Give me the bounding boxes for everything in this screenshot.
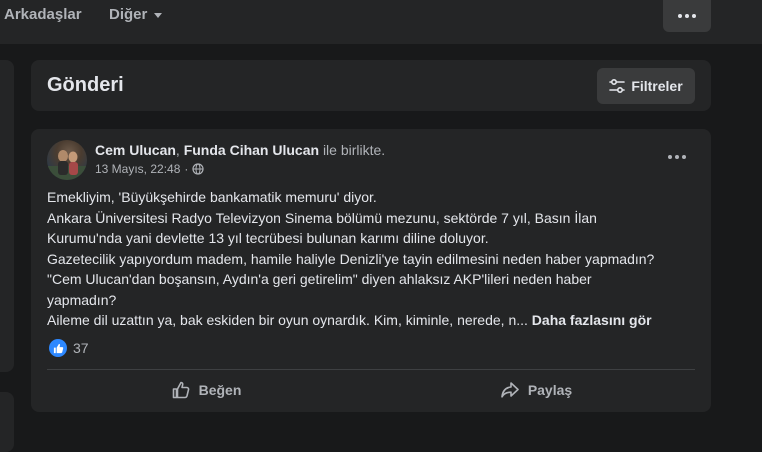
nav-more-label: Diğer xyxy=(109,6,148,23)
see-more-link[interactable]: Daha fazlasını gör xyxy=(532,312,652,328)
share-arrow-icon xyxy=(501,382,519,398)
post-author-line: Cem Ulucan, Funda Cihan Ulucan ile birli… xyxy=(95,142,385,158)
actions-divider xyxy=(47,369,695,370)
like-reaction-icon xyxy=(49,339,67,357)
nav-more[interactable]: Diğer xyxy=(109,6,163,23)
avatar[interactable] xyxy=(47,140,87,180)
globe-icon xyxy=(192,163,204,175)
post-timestamp[interactable]: 13 Mayıs, 22:48 xyxy=(95,162,180,176)
reaction-count: 37 xyxy=(73,340,89,356)
post-meta: 13 Mayıs, 22:48 · xyxy=(95,162,204,176)
like-label: Beğen xyxy=(198,382,242,398)
nav-friends[interactable]: Arkadaşlar xyxy=(4,6,82,23)
share-button[interactable]: Paylaş xyxy=(377,373,695,407)
caret-down-icon xyxy=(154,13,163,18)
post-text-line: "Cem Ulucan'dan boşansın, Aydın'a geri g… xyxy=(47,271,592,287)
left-column-card-lower xyxy=(0,392,14,452)
section-title: Gönderi xyxy=(47,74,124,96)
filters-label: Filtreler xyxy=(631,78,683,94)
left-column-card xyxy=(0,60,14,372)
like-button[interactable]: Beğen xyxy=(47,373,365,407)
meta-separator: · xyxy=(184,162,189,176)
post-text-line: yapmadın? xyxy=(47,291,117,308)
profile-more-button[interactable] xyxy=(663,0,711,32)
author-name-2[interactable]: Funda Cihan Ulucan xyxy=(184,142,319,158)
post-options-button[interactable] xyxy=(659,146,695,168)
reaction-summary[interactable]: 37 xyxy=(49,339,89,357)
posts-header: Gönderi Filtreler xyxy=(31,60,711,111)
post-text-line: Emekliyim, 'Büyükşehirde bankamatik memu… xyxy=(47,189,377,205)
with-text: ile birlikte. xyxy=(322,142,386,158)
post-text-line: Aileme dil uzattın ya, bak eskiden bir o… xyxy=(47,312,532,328)
share-label: Paylaş xyxy=(527,382,573,398)
filters-button[interactable]: Filtreler xyxy=(597,68,695,104)
more-dots-icon xyxy=(668,155,686,159)
post-text: Emekliyim, 'Büyükşehirde bankamatik memu… xyxy=(47,187,699,331)
top-navigation-bar: Arkadaşlar Diğer xyxy=(0,0,762,44)
author-separator: , xyxy=(175,142,184,158)
like-thumb-icon xyxy=(172,381,189,399)
post-text-line: Gazetecilik yapıyordum madem, hamile hal… xyxy=(47,250,655,267)
post-text-line-last: Aileme dil uzattın ya, bak eskiden bir o… xyxy=(47,310,699,331)
author-name-1[interactable]: Cem Ulucan xyxy=(95,142,176,158)
more-dots-icon xyxy=(678,14,696,18)
post-text-line: Ankara Üniversitesi Radyo Televizyon Sin… xyxy=(47,209,597,226)
post-text-line: Kurumu'nda yani devlette 13 yıl tecrübes… xyxy=(47,230,489,246)
filter-sliders-icon xyxy=(609,78,626,94)
post-card: Cem Ulucan, Funda Cihan Ulucan ile birli… xyxy=(31,129,711,412)
avatar-photo xyxy=(47,150,87,180)
